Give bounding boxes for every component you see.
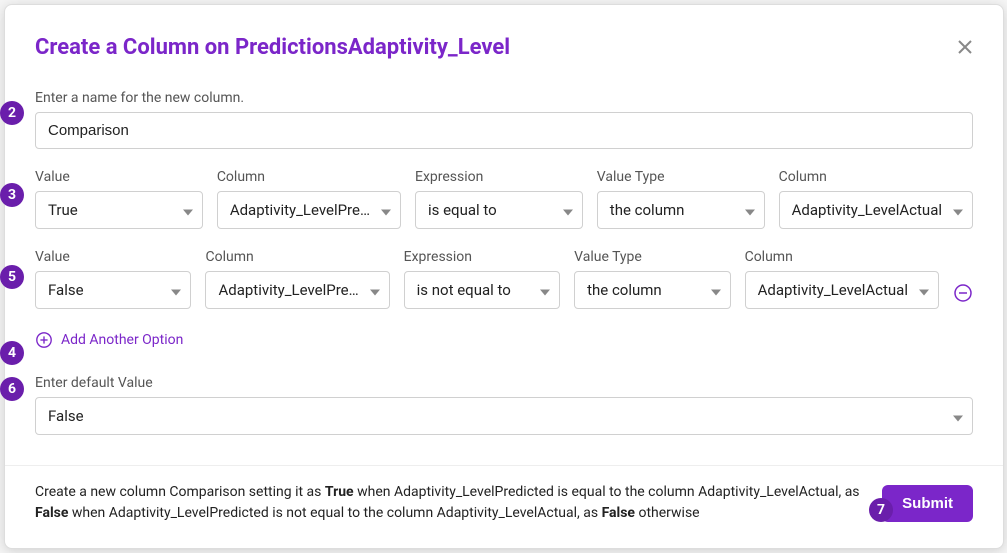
step-badge-4: 4 (0, 341, 24, 365)
value-select[interactable]: True (35, 191, 203, 229)
default-label: Enter default Value (35, 375, 973, 391)
column-select[interactable]: Adaptivity_LevelPre… (217, 191, 401, 229)
step-badge-7: 7 (869, 498, 893, 522)
step-badge-6: 6 (0, 377, 24, 401)
value-type-label: Value Type (597, 169, 765, 185)
column-label: Column (217, 169, 401, 185)
value-type-select[interactable]: the column (574, 271, 730, 309)
default-value-select[interactable]: False (35, 397, 973, 435)
column2-label: Column (779, 169, 973, 185)
value-select[interactable]: False (35, 271, 191, 309)
column2-select[interactable]: Adaptivity_LevelActual (779, 191, 973, 229)
column2-label: Column (745, 249, 939, 265)
modal-title: Create a Column on PredictionsAdaptivity… (35, 35, 510, 60)
column2-select[interactable]: Adaptivity_LevelActual (745, 271, 939, 309)
name-label: Enter a name for the new column. (35, 90, 973, 106)
expression-select[interactable]: is not equal to (404, 271, 560, 309)
plus-circle-icon (35, 331, 53, 349)
expression-label: Expression (415, 169, 583, 185)
column-label: Column (205, 249, 389, 265)
column-name-input[interactable] (35, 112, 973, 149)
remove-row-button[interactable] (953, 283, 973, 309)
minus-circle-icon (953, 283, 973, 303)
value-label: Value (35, 249, 191, 265)
summary-text: Create a new column Comparison setting i… (35, 482, 864, 524)
expression-select[interactable]: is equal to (415, 191, 583, 229)
value-type-label: Value Type (574, 249, 730, 265)
step-badge-2: 2 (0, 101, 24, 125)
column-select[interactable]: Adaptivity_LevelPre… (205, 271, 389, 309)
close-icon[interactable] (957, 38, 973, 58)
create-column-modal: 2 3 5 4 6 7 Create a Column on Predictio… (4, 4, 1004, 549)
expression-label: Expression (404, 249, 560, 265)
submit-button[interactable]: Submit (882, 485, 973, 522)
step-badge-3: 3 (0, 183, 24, 207)
value-label: Value (35, 169, 203, 185)
add-option-button[interactable]: Add Another Option (35, 331, 183, 349)
value-type-select[interactable]: the column (597, 191, 765, 229)
step-badge-5: 5 (0, 265, 24, 289)
condition-row: Value True Column Adaptivity_LevelPre… E… (35, 169, 973, 229)
condition-row: Value False Column Adaptivity_LevelPre… … (35, 249, 973, 309)
add-option-label: Add Another Option (61, 332, 183, 348)
